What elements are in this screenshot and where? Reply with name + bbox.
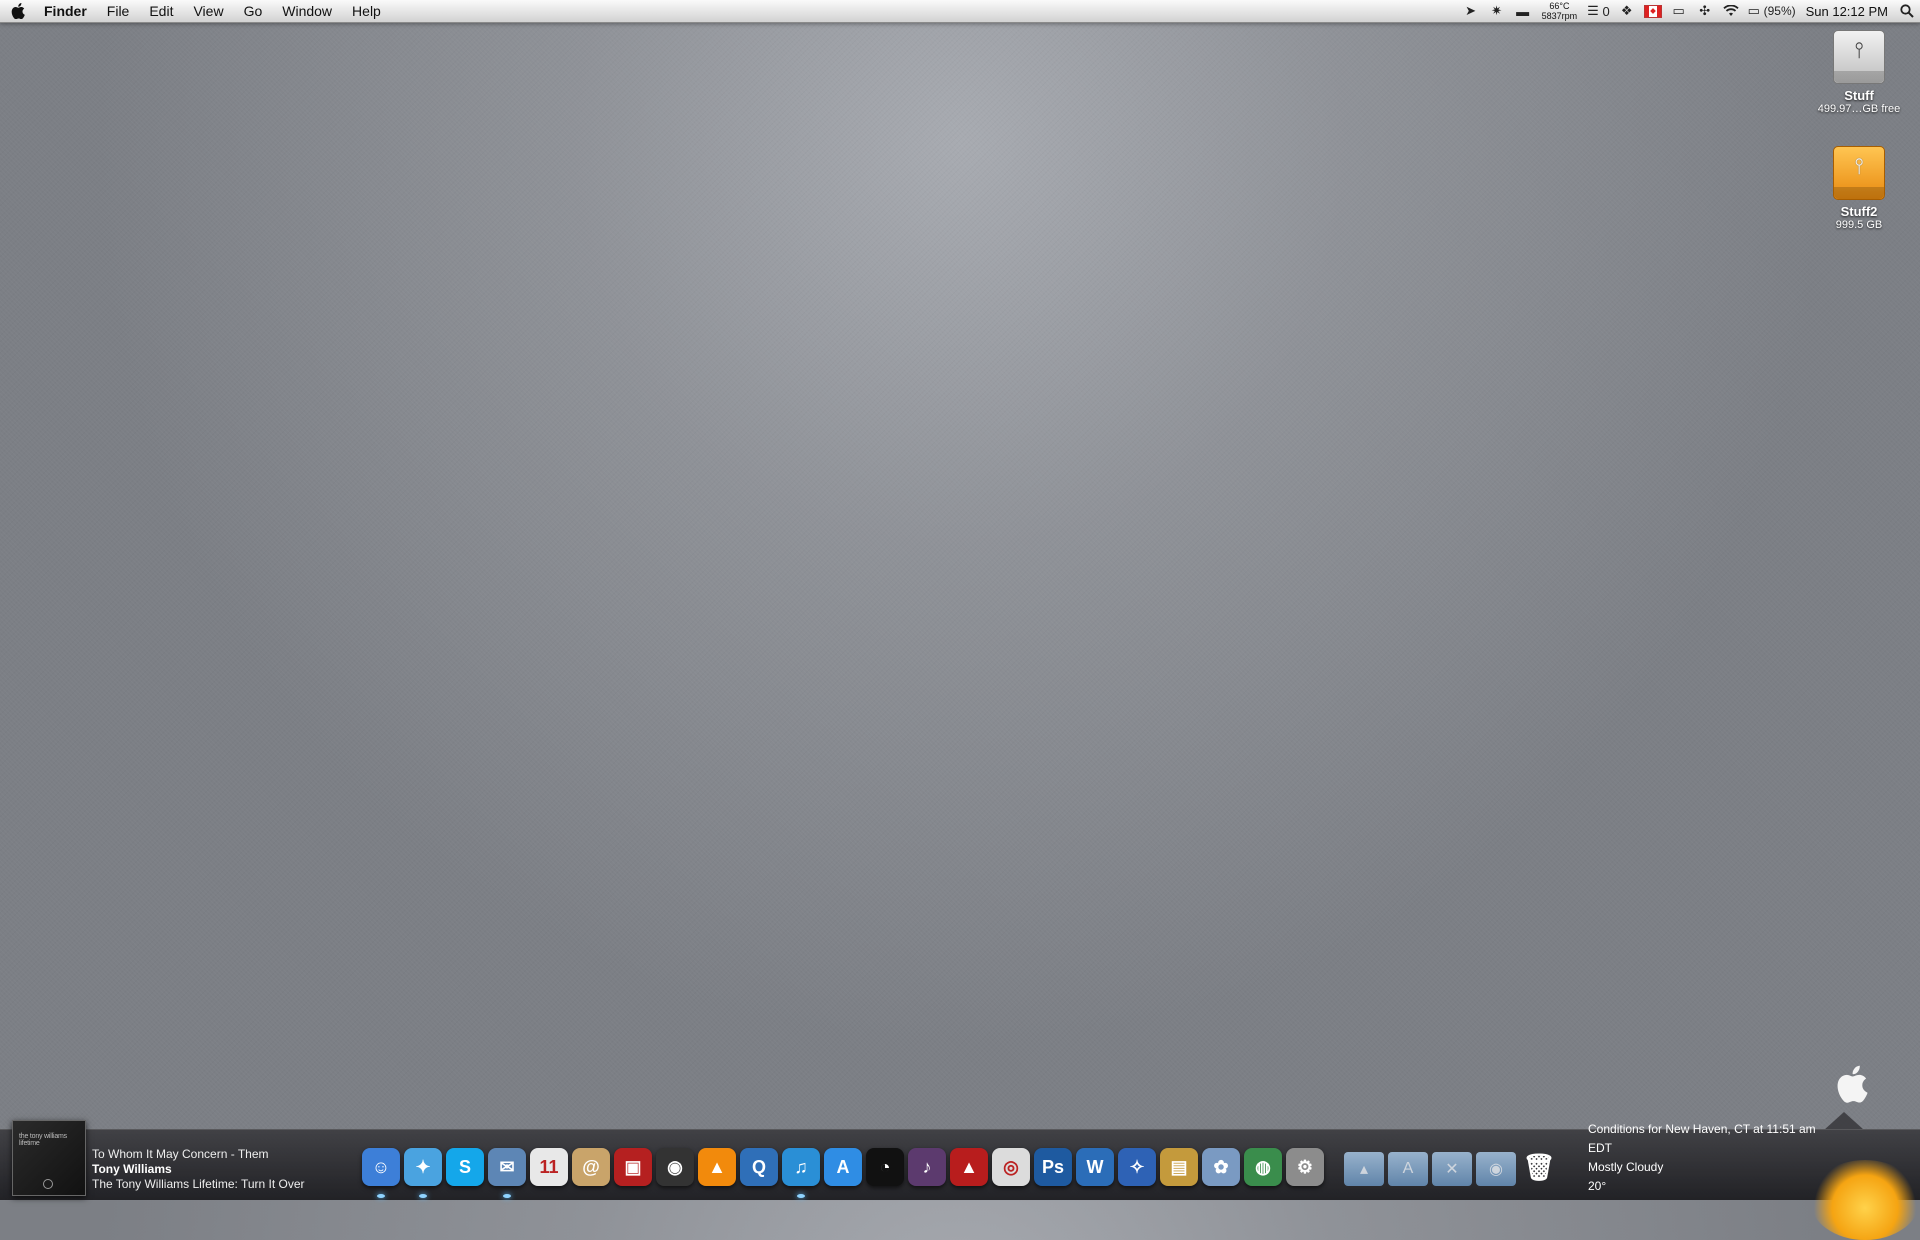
photo-booth-icon[interactable]: ▣ xyxy=(614,1148,652,1186)
sibelius-icon[interactable]: ♪ xyxy=(908,1148,946,1186)
usb-drive-icon: ⫯ xyxy=(1833,146,1885,200)
notes-count: 0 xyxy=(1602,3,1610,19)
drive-name: Stuff2 xyxy=(1840,204,1878,219)
notes-menu[interactable]: ☰ 0 xyxy=(1583,0,1614,22)
facetime-icon[interactable]: ◉ xyxy=(656,1148,694,1186)
cpu-temperature: 66°C xyxy=(1549,1,1570,11)
track-title: To Whom It May Concern - Them xyxy=(92,1147,269,1161)
dock-shelf: the tony williams lifetime To Whom It Ma… xyxy=(0,1120,1920,1200)
menu-go[interactable]: Go xyxy=(234,0,273,22)
weather-temperature: 20° xyxy=(1588,1179,1607,1193)
quicktime-icon[interactable]: Q xyxy=(740,1148,778,1186)
utilities-stack-icon[interactable]: ✕ xyxy=(1432,1152,1472,1186)
battery-menu[interactable]: ▭ (95%) xyxy=(1744,0,1800,22)
now-playing-widget[interactable]: the tony williams lifetime To Whom It Ma… xyxy=(12,1120,305,1196)
iphoto-icon[interactable]: ✿ xyxy=(1202,1148,1240,1186)
input-source-canada-flag-icon[interactable] xyxy=(1640,0,1666,22)
address-book-icon[interactable]: @ xyxy=(572,1148,610,1186)
drive-capacity: 499.97…GB free xyxy=(1817,103,1901,115)
finder-icon[interactable]: ☺ xyxy=(362,1148,400,1198)
menu-view[interactable]: View xyxy=(183,0,233,22)
fan-speed: 5837rpm xyxy=(1541,11,1578,21)
safari-icon[interactable]: ✦ xyxy=(404,1148,442,1198)
itunes-icon[interactable]: ♫ xyxy=(782,1148,820,1198)
downloads-stack-icon[interactable]: ◉ xyxy=(1476,1152,1516,1186)
track-artist: Tony Williams xyxy=(92,1162,172,1176)
growl-icon[interactable]: ✷ xyxy=(1484,0,1510,22)
ableton-live-icon[interactable]: ◔ xyxy=(866,1148,904,1186)
album-art: the tony williams lifetime xyxy=(12,1120,86,1196)
status-area: ➤ ✷ ▬ 66°C 5837rpm ☰ 0 ❖ ▭ ✣ ▭ (95%) Sun… xyxy=(1458,0,1920,22)
max-icon[interactable]: ◎ xyxy=(992,1148,1030,1186)
drive-stuff[interactable]: ⫯ Stuff 499.97…GB free xyxy=(1804,30,1914,115)
menu-window[interactable]: Window xyxy=(272,0,342,22)
menu-edit[interactable]: Edit xyxy=(139,0,183,22)
menu-help[interactable]: Help xyxy=(342,0,391,22)
preview-icon[interactable]: ▤ xyxy=(1160,1148,1198,1186)
applications-stack-icon[interactable]: ▴ xyxy=(1344,1152,1384,1186)
flux-icon[interactable]: ❖ xyxy=(1614,0,1640,22)
list-icon: ☰ xyxy=(1587,3,1599,18)
photoshop-icon[interactable]: Ps xyxy=(1034,1148,1072,1186)
album-art-logo xyxy=(43,1179,53,1189)
apple-logo-icon xyxy=(1832,1064,1872,1104)
desktop-wallpaper xyxy=(0,0,1920,1200)
automap-icon[interactable]: ▲ xyxy=(950,1148,988,1186)
cyberduck-icon[interactable]: ✧ xyxy=(1118,1148,1156,1186)
track-album: The Tony Williams Lifetime: Turn It Over xyxy=(92,1177,305,1191)
drive-capacity: 999.5 GB xyxy=(1835,219,1883,231)
system-monitor[interactable]: 66°C 5837rpm xyxy=(1536,1,1584,21)
bluetooth-icon[interactable]: ✣ xyxy=(1692,0,1718,22)
app-store-icon[interactable]: A xyxy=(824,1148,862,1186)
battery-percentage: (95%) xyxy=(1763,4,1796,18)
display-mirroring-icon[interactable]: ▭ xyxy=(1666,0,1692,22)
menu-file[interactable]: File xyxy=(97,0,140,22)
vlc-icon[interactable]: ▲ xyxy=(698,1148,736,1186)
folder-icon[interactable]: ▬ xyxy=(1510,0,1536,22)
location-arrow-icon[interactable]: ➤ xyxy=(1458,0,1484,22)
app-store-stack-icon[interactable]: A xyxy=(1388,1152,1428,1186)
usb-drive-icon: ⫯ xyxy=(1833,30,1885,84)
apple-menu-icon[interactable] xyxy=(0,3,36,19)
dock: ☺ ✦ S ✉ 11 @ ▣ ◉ ▲ Q ♫ A ◔ ♪ ▲ ◎ Ps W ✧ ▤ ✿ ◍ ⚙ ▴ A ✕ ◉ 🗑 xyxy=(362,1148,1558,1198)
menu-clock[interactable]: Sun 12:12 PM xyxy=(1800,4,1894,19)
weather-widget[interactable]: Conditions for New Haven, CT at 11:51 am… xyxy=(1588,1120,1838,1196)
spotlight-search-icon[interactable] xyxy=(1894,0,1920,22)
album-art-title: the tony williams lifetime xyxy=(19,1133,67,1147)
drive-name: Stuff xyxy=(1844,88,1874,103)
word-icon[interactable]: W xyxy=(1076,1148,1114,1186)
drive-stuff2[interactable]: ⫯ Stuff2 999.5 GB xyxy=(1804,146,1914,231)
weather-location: Conditions for New Haven, CT at 11:51 am… xyxy=(1588,1122,1816,1155)
network-globe-icon[interactable]: ◍ xyxy=(1244,1148,1282,1186)
menu-finder[interactable]: Finder xyxy=(36,0,97,22)
trash-icon[interactable]: 🗑 xyxy=(1520,1148,1558,1186)
battery-icon: ▭ xyxy=(1747,3,1760,18)
skype-icon[interactable]: S xyxy=(446,1148,484,1186)
weather-conditions: Mostly Cloudy xyxy=(1588,1160,1664,1174)
wifi-icon[interactable] xyxy=(1718,0,1744,22)
ical-icon[interactable]: 11 xyxy=(530,1148,568,1186)
menu-bar: Finder File Edit View Go Window Help ➤ ✷… xyxy=(0,0,1920,23)
sun-icon xyxy=(1810,1160,1920,1240)
track-info: To Whom It May Concern - Them Tony Willi… xyxy=(92,1147,305,1192)
mail-icon[interactable]: ✉ xyxy=(488,1148,526,1198)
system-preferences-icon[interactable]: ⚙ xyxy=(1286,1148,1324,1186)
